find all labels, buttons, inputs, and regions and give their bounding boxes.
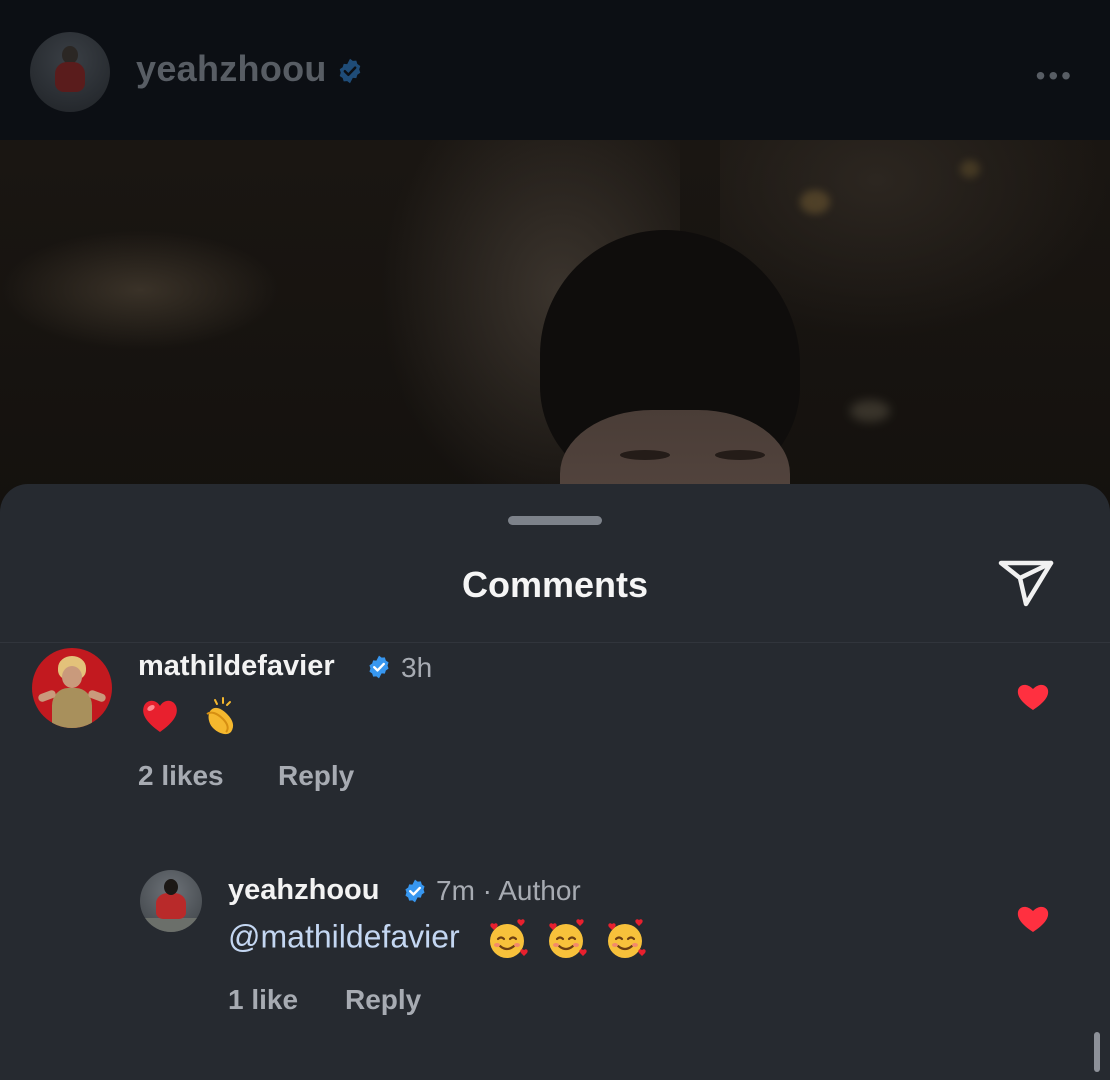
instagram-reel-screen: yeahzhoou ••• Comments mathildefavier 3h… bbox=[0, 0, 1110, 1080]
comment-likes-count[interactable]: 1 like bbox=[228, 984, 298, 1016]
comment-text: @mathildefavier bbox=[228, 917, 653, 961]
smiling-face-with-hearts-emoji bbox=[608, 919, 646, 958]
reply-button[interactable]: Reply bbox=[345, 984, 421, 1016]
verified-badge-icon bbox=[405, 879, 425, 903]
comment-item: yeahzhoou 7m · Author @mathildefavier 1 … bbox=[0, 484, 1110, 1044]
post-header: yeahzhoou ••• bbox=[0, 0, 1110, 140]
more-options-icon[interactable]: ••• bbox=[1036, 60, 1074, 92]
video-frame[interactable] bbox=[0, 140, 1110, 520]
post-author-avatar[interactable] bbox=[30, 32, 110, 112]
liked-heart-icon[interactable] bbox=[1016, 904, 1050, 934]
smiling-face-with-hearts-emoji bbox=[549, 919, 588, 958]
verified-badge-icon bbox=[339, 58, 361, 84]
mention-link[interactable]: @mathildefavier bbox=[228, 918, 460, 954]
smiling-face-with-hearts-emoji bbox=[490, 919, 529, 958]
comments-sheet: Comments mathildefavier 3h 2 likes Reply… bbox=[0, 484, 1110, 1080]
scroll-indicator[interactable] bbox=[1094, 1032, 1100, 1072]
comment-timestamp: 7m · Author bbox=[436, 875, 581, 906]
post-author-username[interactable]: yeahzhoou bbox=[136, 48, 327, 90]
commenter-avatar[interactable] bbox=[140, 870, 202, 932]
commenter-username[interactable]: yeahzhoou bbox=[228, 874, 379, 907]
